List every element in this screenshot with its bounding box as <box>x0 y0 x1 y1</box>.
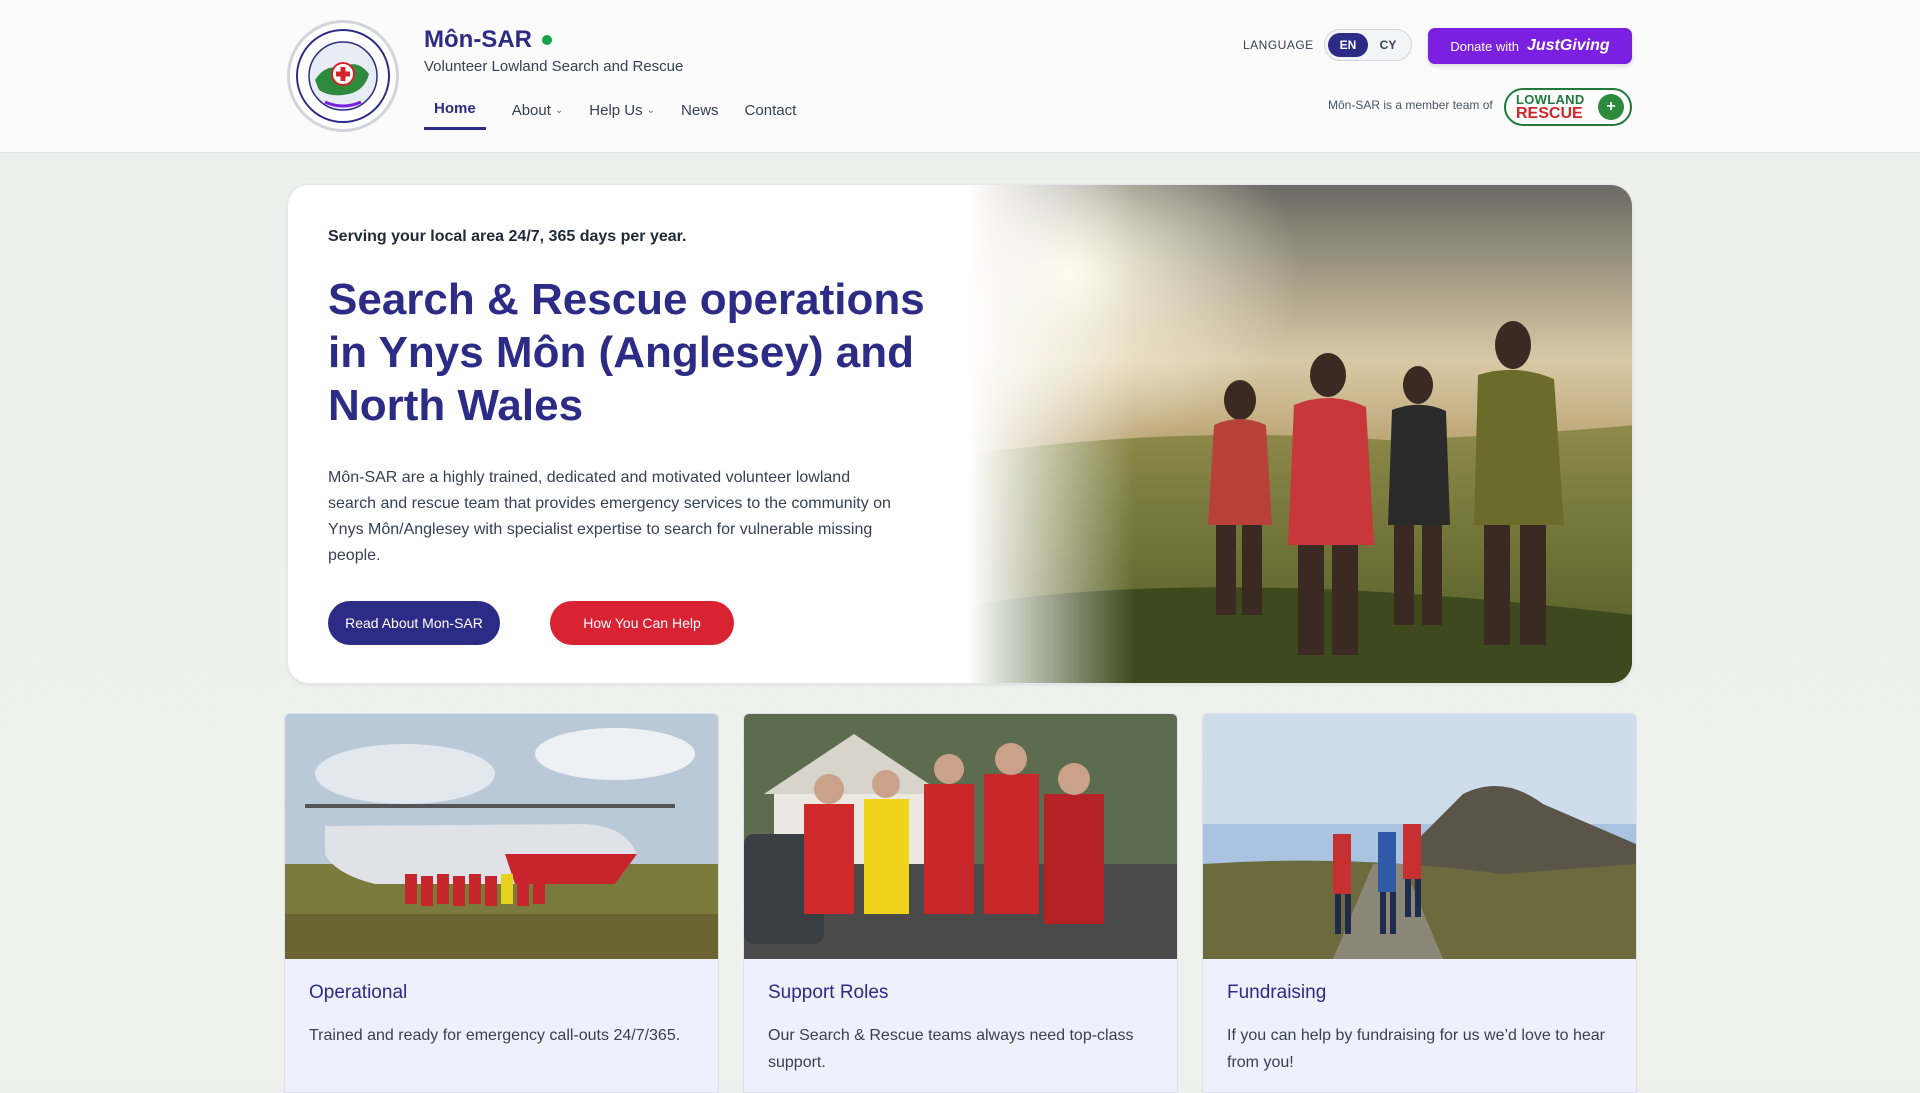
nav-label-home: Home <box>434 100 476 117</box>
rescue-cross-icon: + <box>1598 94 1624 120</box>
site-header: Môn-SAR Volunteer Lowland Search and Res… <box>0 0 1920 153</box>
card-text-operational: Trained and ready for emergency call-out… <box>309 1027 681 1044</box>
donate-prefix: Donate with <box>1450 38 1519 54</box>
site-tagline: Volunteer Lowland Search and Rescue <box>424 58 684 75</box>
language-option-cy[interactable]: CY <box>1368 33 1408 57</box>
donate-button[interactable]: Donate with JustGiving <box>1428 28 1632 64</box>
card-title-support-roles: Support Roles <box>768 982 889 1003</box>
nav-item-contact[interactable]: Contact <box>745 96 797 130</box>
nav-item-about[interactable]: About ⌄ <box>512 96 564 130</box>
card-title-operational: Operational <box>309 982 408 1003</box>
card-support-roles[interactable]: Support Roles Our Search & Rescue teams … <box>743 713 1178 1093</box>
card-text-fundraising: If you can help by fundraising for us we… <box>1227 1027 1605 1071</box>
nav-label-help-us: Help Us <box>589 101 643 119</box>
card-operational[interactable]: Operational Trained and ready for emerge… <box>284 713 719 1093</box>
card-fundraising[interactable]: Fundraising If you can help by fundraisi… <box>1202 713 1637 1093</box>
nav-item-home[interactable]: Home <box>424 96 486 130</box>
nav-item-news[interactable]: News <box>681 96 719 130</box>
online-status-dot <box>541 35 552 45</box>
read-about-button[interactable]: Read About Mon-SAR <box>328 601 500 645</box>
nav-label-contact: Contact <box>744 101 797 119</box>
language-option-en[interactable]: EN <box>1328 33 1368 57</box>
card-title-fundraising: Fundraising <box>1227 982 1327 1003</box>
hero-kicker: Serving your local area 24/7, 365 days p… <box>328 228 687 245</box>
hero-description: Môn-SAR are a highly trained, dedicated … <box>328 469 891 564</box>
helicopter-team-photo <box>285 714 718 959</box>
language-toggle: EN CY <box>1324 29 1412 61</box>
how-you-can-help-button[interactable]: How You Can Help <box>550 601 734 645</box>
language-label: LANGUAGE <box>1243 38 1314 52</box>
card-text-support-roles: Our Search & Rescue teams always need to… <box>768 1027 1134 1071</box>
lowland-rescue-line1: LOWLAND <box>1516 91 1585 107</box>
hero-hikers-photo <box>968 185 1632 683</box>
hero-section: Serving your local area 24/7, 365 days p… <box>287 184 1633 684</box>
site-title-text: Môn-SAR <box>424 26 532 53</box>
logo-emblem-icon <box>296 29 390 123</box>
support-team-photo <box>744 714 1177 959</box>
main-nav: Home About ⌄ Help Us ⌄ News Contact <box>424 96 822 130</box>
lowland-rescue-line2: RESCUE <box>1516 104 1583 122</box>
membership-text: Môn-SAR is a member team of <box>1328 98 1493 112</box>
nav-item-help-us[interactable]: Help Us ⌄ <box>589 96 655 130</box>
lowland-rescue-logo[interactable]: LOWLAND RESCUE + <box>1504 88 1632 126</box>
fundraising-hikers-photo <box>1203 714 1636 959</box>
nav-label-about: About <box>511 101 551 119</box>
site-logo[interactable] <box>287 20 399 132</box>
chevron-down-icon: ⌄ <box>554 104 564 116</box>
justgiving-logo: JustGiving <box>1526 37 1610 54</box>
site-title[interactable]: Môn-SAR <box>424 26 552 54</box>
chevron-down-icon: ⌄ <box>646 104 656 116</box>
nav-label-news: News <box>681 101 719 119</box>
hero-title: Search & Rescue operations in Ynys Môn (… <box>328 275 925 430</box>
